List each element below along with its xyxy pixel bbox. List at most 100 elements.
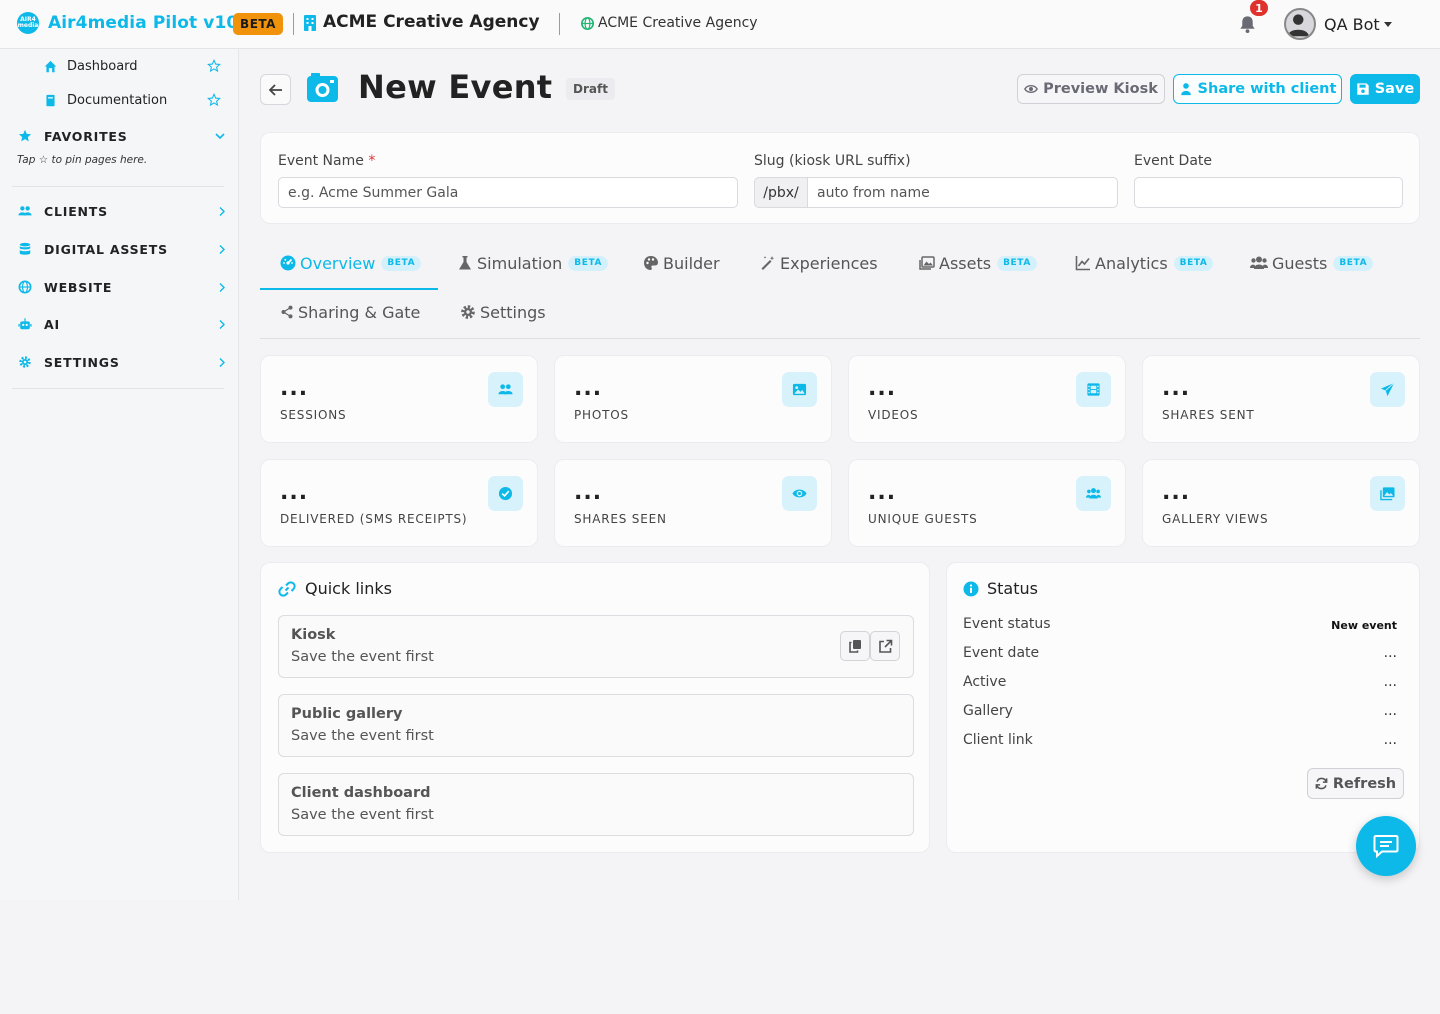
divider bbox=[12, 388, 224, 389]
sidebar-item-settings[interactable]: SETTINGS bbox=[18, 352, 228, 372]
users-icon bbox=[18, 206, 32, 216]
status-value: New event bbox=[1331, 619, 1397, 632]
gear-icon bbox=[19, 356, 31, 368]
tab-overview[interactable]: Overview BETA bbox=[280, 251, 422, 275]
share-with-client-button[interactable]: Share with client bbox=[1173, 74, 1342, 104]
caret-down-icon[interactable] bbox=[1384, 22, 1392, 27]
status-row: Client link ... bbox=[963, 732, 1403, 752]
chat-button[interactable] bbox=[1356, 816, 1416, 876]
tab-builder[interactable]: Builder bbox=[643, 251, 720, 275]
slug-prefix: /pbx/ bbox=[754, 177, 808, 208]
status-card: Status Event status New event Event date… bbox=[946, 562, 1420, 853]
chevron-down-icon[interactable] bbox=[214, 131, 226, 141]
beta-badge: BETA bbox=[568, 255, 609, 271]
preview-kiosk-label: Preview Kiosk bbox=[1043, 81, 1158, 97]
sidebar-item-label: DIGITAL ASSETS bbox=[44, 241, 168, 257]
bell-icon[interactable] bbox=[1238, 14, 1257, 34]
copy-button[interactable] bbox=[840, 631, 870, 661]
user-icon bbox=[1180, 83, 1191, 96]
sidebar-item-label: Dashboard bbox=[67, 58, 138, 74]
status-value: ... bbox=[1383, 674, 1397, 690]
quick-link-client-dashboard[interactable]: Client dashboard Save the event first bbox=[278, 773, 914, 836]
divider bbox=[260, 338, 1420, 339]
beta-badge: BETA bbox=[997, 255, 1037, 271]
globe-icon bbox=[18, 280, 32, 294]
quick-link-kiosk[interactable]: Kiosk Save the event first bbox=[278, 615, 914, 678]
stat-value: ... bbox=[1162, 480, 1191, 505]
app-name[interactable]: Air4media Pilot v10 bbox=[48, 13, 238, 33]
film-icon bbox=[1076, 372, 1111, 407]
sidebar-item-label: CLIENTS bbox=[44, 203, 108, 219]
stat-label: SESSIONS bbox=[280, 408, 347, 422]
sidebar-item-documentation[interactable]: Documentation bbox=[44, 90, 167, 110]
status-key: Gallery bbox=[963, 703, 1013, 719]
favorites-header[interactable]: FAVORITES bbox=[18, 127, 228, 145]
favorites-label: FAVORITES bbox=[44, 128, 128, 144]
refresh-icon bbox=[1315, 777, 1328, 790]
sidebar-item-clients[interactable]: CLIENTS bbox=[18, 201, 228, 221]
sidebar-item-website[interactable]: WEBSITE bbox=[18, 277, 228, 297]
tab-label: Settings bbox=[480, 302, 546, 322]
beta-badge: BETA bbox=[1173, 255, 1214, 271]
slug-label: Slug (kiosk URL suffix) bbox=[754, 153, 911, 169]
status-key: Event status bbox=[963, 616, 1051, 632]
stat-card-unique-guests: ... UNIQUE GUESTS bbox=[848, 459, 1126, 547]
sidebar-item-dashboard[interactable]: Dashboard bbox=[44, 56, 138, 76]
stat-label: PHOTOS bbox=[574, 408, 629, 422]
tab-experiences[interactable]: Experiences bbox=[760, 251, 878, 275]
chat-icon bbox=[1373, 835, 1399, 858]
tab-simulation[interactable]: Simulation BETA bbox=[457, 251, 609, 275]
avatar[interactable] bbox=[1284, 8, 1316, 40]
chevron-right-icon bbox=[219, 283, 225, 292]
chevron-right-icon bbox=[219, 320, 225, 329]
status-key: Event date bbox=[963, 645, 1040, 661]
event-name-input[interactable]: e.g. Acme Summer Gala bbox=[278, 177, 738, 208]
images-icon bbox=[1370, 476, 1405, 511]
copy-icon bbox=[848, 640, 861, 653]
status-row: Event date ... bbox=[963, 645, 1403, 665]
stat-label: SHARES SENT bbox=[1162, 408, 1255, 422]
preview-kiosk-button[interactable]: Preview Kiosk bbox=[1017, 74, 1165, 104]
check-circle-icon bbox=[488, 476, 523, 511]
event-date-input[interactable] bbox=[1134, 177, 1403, 208]
quick-links-title-text: Quick links bbox=[305, 579, 392, 598]
image-icon bbox=[782, 372, 817, 407]
save-label: Save bbox=[1374, 81, 1415, 97]
tab-label: Builder bbox=[663, 253, 720, 273]
sidebar-item-ai[interactable]: AI bbox=[18, 314, 228, 334]
brand-logo[interactable]: AIR4 media bbox=[17, 12, 39, 34]
save-button[interactable]: Save bbox=[1350, 74, 1420, 104]
refresh-button[interactable]: Refresh bbox=[1307, 768, 1404, 799]
status-key: Active bbox=[963, 674, 1007, 690]
tab-analytics[interactable]: Analytics BETA bbox=[1075, 251, 1214, 275]
tab-assets[interactable]: Assets BETA bbox=[919, 251, 1037, 275]
tab-guests[interactable]: Guests BETA bbox=[1250, 251, 1374, 275]
site-selector[interactable]: ACME Creative Agency bbox=[598, 15, 758, 31]
link-icon bbox=[278, 580, 296, 597]
star-icon[interactable] bbox=[207, 59, 221, 73]
chart-line-icon bbox=[1075, 256, 1090, 271]
tab-settings[interactable]: Settings bbox=[460, 300, 546, 324]
slug-input[interactable]: auto from name bbox=[807, 177, 1118, 208]
sidebar-item-digital-assets[interactable]: DIGITAL ASSETS bbox=[18, 239, 228, 259]
stat-card-shares-seen: ... SHARES SEEN bbox=[554, 459, 832, 547]
status-key: Client link bbox=[963, 732, 1033, 748]
stat-value: ... bbox=[868, 480, 897, 505]
quick-link-public-gallery[interactable]: Public gallery Save the event first bbox=[278, 694, 914, 757]
status-title-text: Status bbox=[987, 579, 1038, 598]
user-name[interactable]: QA Bot bbox=[1324, 15, 1380, 34]
user-avatar-icon bbox=[1287, 14, 1309, 37]
flask-icon bbox=[459, 256, 471, 270]
quick-links-title: Quick links bbox=[278, 579, 392, 598]
status-row: Active ... bbox=[963, 674, 1403, 694]
status-value: ... bbox=[1383, 703, 1397, 719]
org-name[interactable]: ACME Creative Agency bbox=[323, 12, 540, 32]
back-button[interactable] bbox=[260, 74, 291, 105]
tab-sharing-gate[interactable]: Sharing & Gate bbox=[280, 300, 420, 324]
sidebar: Dashboard Documentation FAVORITES Tap ☆ … bbox=[0, 49, 239, 900]
open-external-button[interactable] bbox=[870, 631, 900, 661]
tab-label: Guests bbox=[1272, 253, 1328, 273]
event-name-placeholder: e.g. Acme Summer Gala bbox=[288, 184, 459, 201]
star-icon[interactable] bbox=[207, 93, 221, 107]
arrow-left-icon bbox=[268, 83, 282, 96]
